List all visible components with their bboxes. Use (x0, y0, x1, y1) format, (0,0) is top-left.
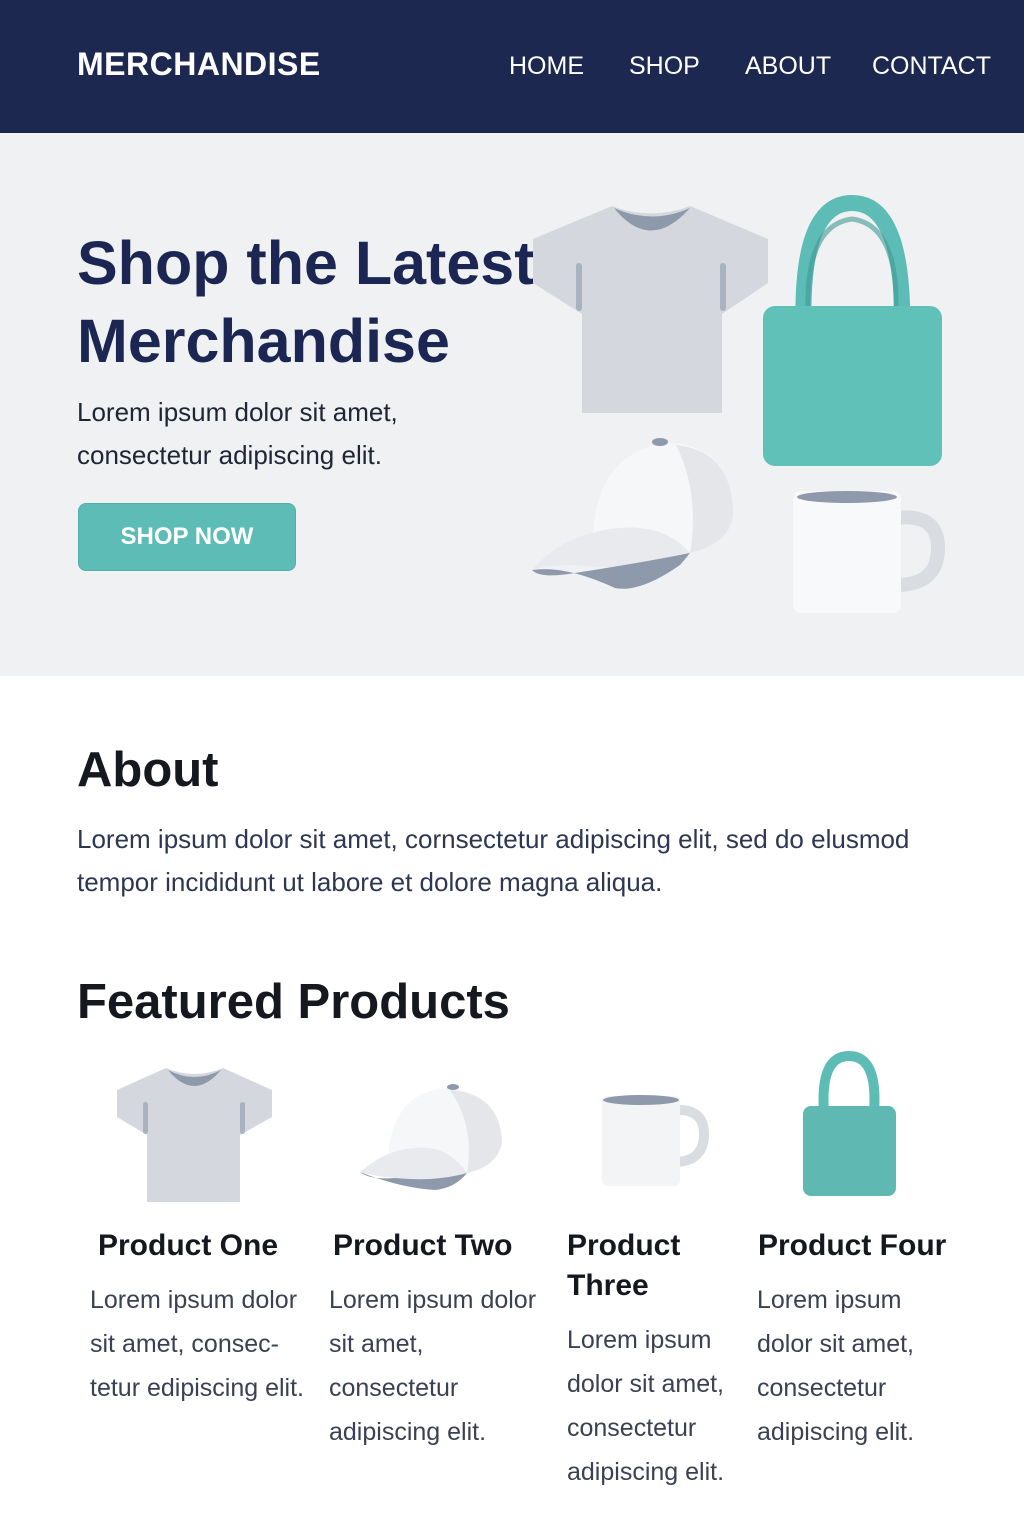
about-title: About (77, 743, 219, 797)
nav-shop[interactable]: SHOP (629, 52, 700, 81)
cap-icon (532, 438, 733, 589)
mug-icon (793, 491, 946, 613)
cap-icon[interactable] (355, 1078, 510, 1193)
featured-title: Featured Products (77, 975, 510, 1029)
product-three-name[interactable]: Product Three (567, 1226, 737, 1306)
product-four-name[interactable]: Product Four (758, 1226, 946, 1266)
site-brand[interactable]: MERCHANDISE (77, 46, 321, 83)
hero-section: Shop the Latest Merchandise Lorem ipsum … (0, 133, 1024, 676)
t-shirt-icon[interactable] (110, 1062, 280, 1207)
nav-home[interactable]: HOME (509, 52, 584, 81)
product-two-name[interactable]: Product Two (333, 1226, 512, 1266)
tote-bag-icon (763, 194, 942, 466)
hero-illustration (532, 194, 946, 613)
tote-bag-icon[interactable] (800, 1050, 900, 1200)
nav-contact[interactable]: CONTACT (872, 52, 991, 81)
product-one-desc: Lorem ipsum dolor sit amet, consec-tetur… (90, 1286, 305, 1402)
t-shirt-icon (533, 206, 768, 413)
nav-about[interactable]: ABOUT (745, 52, 831, 81)
product-one-name[interactable]: Product One (98, 1226, 278, 1266)
product-four-desc: Lorem ipsum dolor sit amet, consectetur … (757, 1286, 915, 1446)
mug-icon[interactable] (598, 1090, 716, 1190)
product-two-desc: Lorem ipsum dolor sit amet, consectetur … (329, 1286, 537, 1446)
product-three-desc: Lorem ipsum dolor sit amet, consectetur … (567, 1326, 725, 1486)
about-text: Lorem ipsum dolor sit amet, cornsectetur… (77, 824, 910, 897)
site-header: MERCHANDISE HOME SHOP ABOUT CONTACT (0, 0, 1024, 133)
